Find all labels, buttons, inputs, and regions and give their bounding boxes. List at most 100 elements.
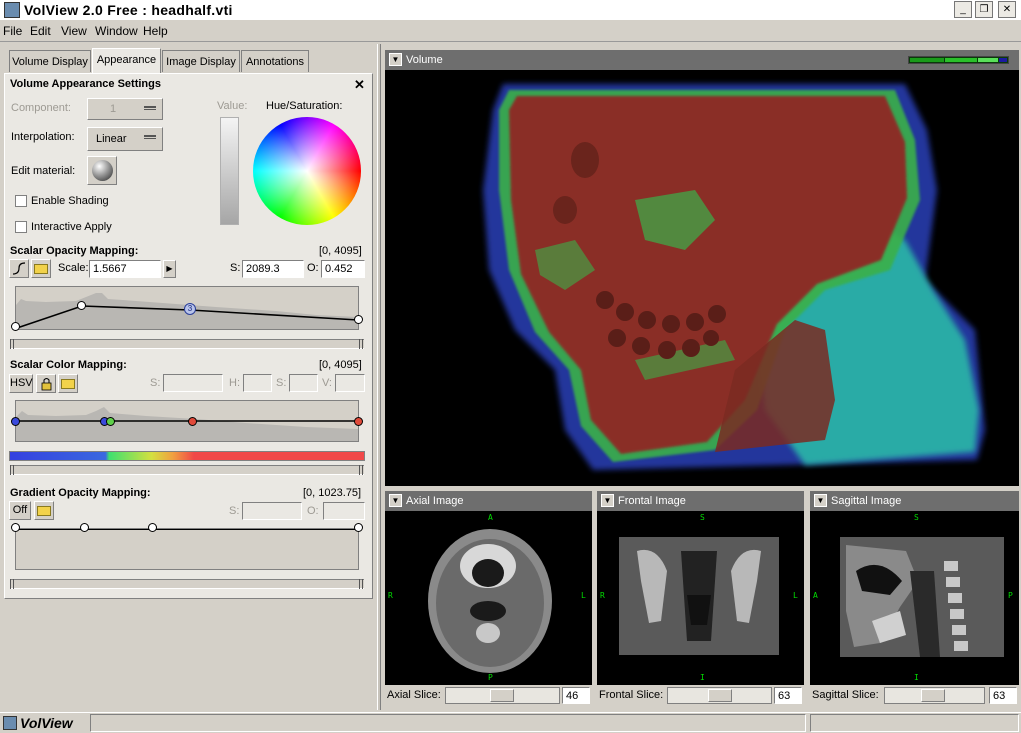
color-s-input[interactable]: [163, 374, 223, 392]
color-h-label: H:: [229, 377, 240, 389]
opacity-point-selected[interactable]: 3: [184, 303, 196, 315]
interactive-apply-checkbox[interactable]: [15, 221, 27, 233]
gradient-off-button[interactable]: Off: [9, 501, 31, 520]
range-right-handle[interactable]: [359, 579, 363, 589]
menu-window[interactable]: Window: [95, 24, 138, 38]
gradient-o-input[interactable]: [323, 502, 365, 520]
menu-file[interactable]: File: [3, 24, 22, 38]
menu-help[interactable]: Help: [143, 24, 168, 38]
axial-slice-slider[interactable]: [445, 687, 560, 704]
close-window-button[interactable]: ✕: [998, 1, 1016, 18]
tab-appearance[interactable]: Appearance: [92, 48, 161, 74]
color-point-blue[interactable]: [11, 417, 20, 426]
lock-button[interactable]: [36, 374, 56, 393]
render-progress-indicator: [908, 56, 1009, 64]
frontal-slice-input[interactable]: 63: [774, 687, 802, 704]
color-preset-button[interactable]: [58, 374, 78, 393]
range-right-handle[interactable]: [359, 339, 363, 349]
chevron-down-icon[interactable]: ▼: [389, 494, 402, 507]
color-v-input[interactable]: [335, 374, 365, 392]
folder-icon: [61, 379, 75, 389]
sagittal-slice-thumb[interactable]: [921, 689, 945, 702]
menu-view[interactable]: View: [61, 24, 87, 38]
sagittal-slice-input[interactable]: 63: [989, 687, 1017, 704]
sagittal-view-title: Sagittal Image: [831, 495, 902, 507]
color-point-red-end[interactable]: [354, 417, 363, 426]
frontal-slice-thumb[interactable]: [708, 689, 732, 702]
frontal-image-view[interactable]: S I R L: [597, 511, 804, 685]
opacity-o-input[interactable]: 0.452: [321, 260, 365, 278]
scalar-color-editor[interactable]: [15, 400, 359, 442]
gradient-point-4[interactable]: [354, 523, 363, 532]
color-point-red[interactable]: [188, 417, 197, 426]
axial-image-view[interactable]: A P R L: [385, 511, 592, 685]
frontal-slice-label: Frontal Slice:: [599, 689, 664, 701]
color-point-green[interactable]: [106, 417, 115, 426]
opacity-point-4[interactable]: [354, 315, 363, 324]
axial-bottom-orient: P: [488, 673, 493, 682]
close-icon[interactable]: ✕: [354, 77, 365, 93]
status-app-label: VolView: [20, 715, 73, 731]
interpolation-dropdown[interactable]: Linear: [87, 127, 163, 151]
chevron-down-icon[interactable]: ▼: [601, 494, 614, 507]
chevron-down-icon[interactable]: ▼: [814, 494, 827, 507]
gradient-point-1[interactable]: [11, 523, 20, 532]
color-h-input[interactable]: [243, 374, 272, 392]
opacity-range-slider[interactable]: [10, 339, 364, 349]
frontal-slice-slider[interactable]: [667, 687, 772, 704]
tab-volume-display[interactable]: Volume Display: [9, 50, 91, 72]
gradient-preset-button[interactable]: [34, 501, 54, 520]
range-left-handle[interactable]: [10, 465, 14, 475]
opacity-preset-button[interactable]: [31, 259, 51, 278]
component-value: 1: [110, 103, 117, 115]
maximize-button[interactable]: ❐: [975, 1, 993, 18]
sagittal-slice-slider[interactable]: [884, 687, 985, 704]
gradient-point-3[interactable]: [148, 523, 157, 532]
scale-arrow-button[interactable]: ▶: [163, 260, 176, 278]
volume-render-view[interactable]: [385, 70, 1019, 486]
opacity-point-2[interactable]: [77, 301, 86, 310]
gradient-s-input[interactable]: [242, 502, 302, 520]
hsv-button[interactable]: HSV: [9, 374, 33, 393]
gradient-opacity-editor[interactable]: [15, 528, 359, 570]
gradient-s-label: S:: [229, 505, 240, 517]
gradient-point-2[interactable]: [80, 523, 89, 532]
value-slider[interactable]: [220, 117, 239, 225]
tab-image-display[interactable]: Image Display: [162, 50, 240, 72]
range-right-handle[interactable]: [359, 465, 363, 475]
sagittal-view-header: ▼ Sagittal Image: [810, 491, 1019, 511]
opacity-s-input[interactable]: 2089.3: [242, 260, 304, 278]
panel-splitter[interactable]: [377, 44, 381, 710]
minimize-button[interactable]: _: [954, 1, 972, 18]
gradient-range-slider[interactable]: [10, 579, 364, 589]
curve-preset-button[interactable]: [9, 259, 29, 278]
scalar-color-title: Scalar Color Mapping:: [10, 359, 127, 371]
opacity-point-1[interactable]: [11, 322, 20, 331]
color-histogram: [16, 407, 358, 441]
value-label: Value:: [217, 100, 248, 112]
chevron-down-icon[interactable]: ▼: [389, 53, 402, 66]
tab-annotations[interactable]: Annotations: [241, 50, 309, 72]
axial-left-orient: R: [388, 591, 393, 600]
hue-saturation-wheel[interactable]: [253, 117, 361, 225]
axial-slice-input[interactable]: 46: [562, 687, 590, 704]
axial-slice-thumb[interactable]: [490, 689, 514, 702]
scalar-opacity-range: [0, 4095]: [319, 245, 362, 257]
volume-rendering: [483, 84, 985, 470]
sagittal-image-view[interactable]: S I A P: [810, 511, 1019, 685]
hue-saturation-label: Hue/Saturation:: [266, 100, 343, 112]
range-left-handle[interactable]: [10, 339, 14, 349]
color-s2-input[interactable]: [289, 374, 318, 392]
color-range-slider[interactable]: [10, 465, 364, 475]
opacity-s-label: S:: [230, 262, 241, 274]
scale-input[interactable]: 1.5667: [89, 260, 161, 278]
component-dropdown[interactable]: 1: [87, 98, 163, 120]
menu-edit[interactable]: Edit: [30, 24, 51, 38]
range-left-handle[interactable]: [10, 579, 14, 589]
frontal-top-orient: S: [700, 513, 705, 522]
material-button[interactable]: [87, 156, 117, 185]
enable-shading-checkbox[interactable]: [15, 195, 27, 207]
status-message-box: [90, 714, 806, 732]
axial-slice-image: [428, 529, 552, 673]
sagittal-right-orient: P: [1008, 591, 1013, 600]
